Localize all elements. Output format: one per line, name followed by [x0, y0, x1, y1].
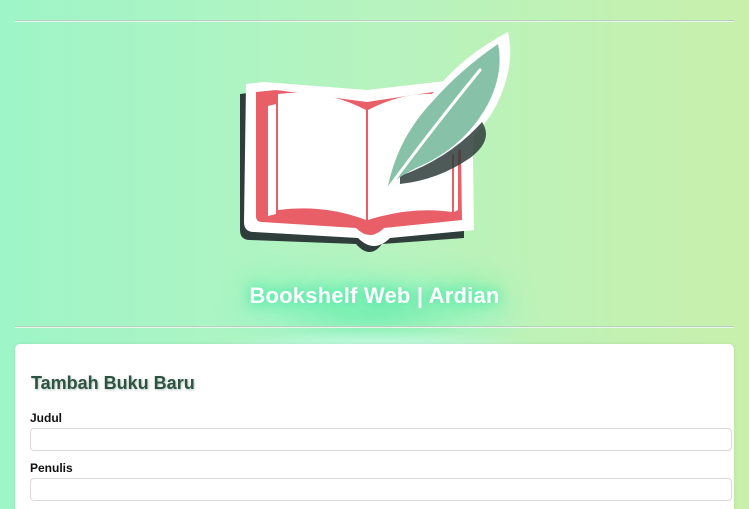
top-divider [15, 20, 734, 22]
penulis-label: Penulis [30, 461, 73, 475]
add-book-form-card: Tambah Buku Baru Judul Penulis [15, 344, 734, 509]
middle-divider [15, 326, 734, 328]
judul-input[interactable] [30, 428, 732, 451]
book-quill-logo-icon [240, 32, 511, 252]
site-title: Bookshelf Web | Ardian [249, 283, 500, 308]
judul-label: Judul [30, 411, 62, 425]
penulis-input[interactable] [30, 478, 732, 501]
form-title: Tambah Buku Baru [31, 373, 195, 393]
